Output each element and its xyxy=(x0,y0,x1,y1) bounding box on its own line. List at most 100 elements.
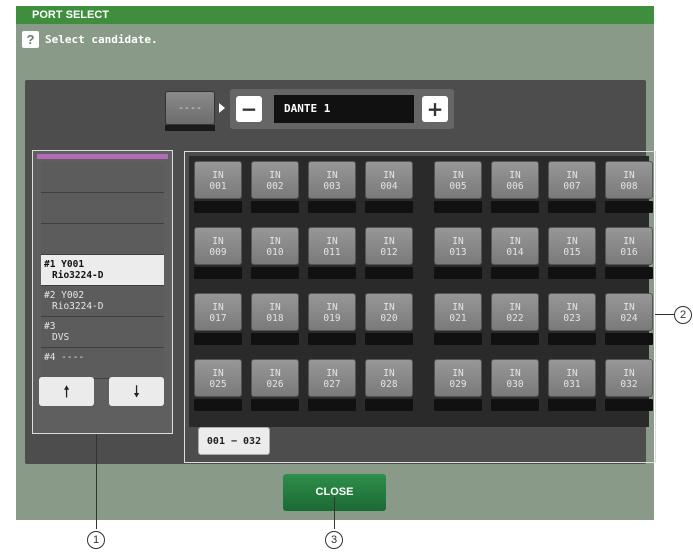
channel-button-face: IN 001 xyxy=(194,161,242,199)
channel-number: 032 xyxy=(620,379,638,390)
channel-button-015[interactable]: IN 015 xyxy=(548,227,596,280)
channel-button-face: IN 011 xyxy=(308,227,356,265)
channel-button-020[interactable]: IN 020 xyxy=(365,293,413,346)
channel-button-009[interactable]: IN 009 xyxy=(194,227,242,280)
channel-button-face: IN 014 xyxy=(491,227,539,265)
channel-number: 025 xyxy=(209,379,227,390)
channel-number: 011 xyxy=(323,247,341,258)
channel-button-032[interactable]: IN 032 xyxy=(605,359,653,412)
channel-button-014[interactable]: IN 014 xyxy=(491,227,539,280)
device-list-item[interactable] xyxy=(41,193,164,224)
channel-number: 020 xyxy=(380,313,398,324)
channel-number: 017 xyxy=(209,313,227,324)
channel-button-023[interactable]: IN 023 xyxy=(548,293,596,346)
channel-button-face: IN 022 xyxy=(491,293,539,331)
channel-button-022[interactable]: IN 022 xyxy=(491,293,539,346)
channel-button-face: IN 008 xyxy=(605,161,653,199)
channel-button-031[interactable]: IN 031 xyxy=(548,359,596,412)
device-list: #1 Y001 Rio3224-D #2 Y002 Rio3224-D #3 DVS #4 … xyxy=(41,162,164,379)
channel-number: 013 xyxy=(449,247,467,258)
scroll-up-button[interactable]: 🠕 xyxy=(39,377,94,406)
channel-button-face: IN 015 xyxy=(548,227,596,265)
channel-number: 022 xyxy=(506,313,524,324)
channel-status-bar xyxy=(605,201,653,213)
channel-button-003[interactable]: IN 003 xyxy=(308,161,356,214)
channel-button-face: IN 004 xyxy=(365,161,413,199)
channel-button-018[interactable]: IN 018 xyxy=(251,293,299,346)
channel-button-face: IN 010 xyxy=(251,227,299,265)
source-port-button[interactable]: ---- xyxy=(165,91,215,125)
channel-button-025[interactable]: IN 025 xyxy=(194,359,242,412)
channel-button-face: IN 027 xyxy=(308,359,356,397)
channel-button-008[interactable]: IN 008 xyxy=(605,161,653,214)
channel-button-004[interactable]: IN 004 xyxy=(365,161,413,214)
help-row: ? Select candidate. xyxy=(22,29,158,49)
previous-device-button[interactable]: − xyxy=(236,96,262,122)
device-list-item[interactable]: #1 Y001 Rio3224-D xyxy=(41,255,164,286)
channel-number: 031 xyxy=(563,379,581,390)
device-list-item[interactable] xyxy=(41,162,164,193)
channel-status-bar xyxy=(308,201,356,213)
channel-button-012[interactable]: IN 012 xyxy=(365,227,413,280)
channel-grid-frame: IN 001 IN 002 IN 003 IN 004 IN 005 IN 006 IN 007 IN 008… xyxy=(184,151,656,463)
channel-button-002[interactable]: IN 002 xyxy=(251,161,299,214)
channel-status-bar xyxy=(365,201,413,213)
page-tab-001-032[interactable]: 001 − 032 xyxy=(198,427,270,455)
channel-button-027[interactable]: IN 027 xyxy=(308,359,356,412)
channel-prefix: IN xyxy=(566,170,578,181)
help-icon[interactable]: ? xyxy=(22,30,39,48)
channel-button-face: IN 025 xyxy=(194,359,242,397)
channel-status-bar xyxy=(365,333,413,345)
channel-number: 026 xyxy=(266,379,284,390)
next-device-button[interactable]: + xyxy=(422,96,448,122)
device-list-item[interactable]: #2 Y002 Rio3224-D xyxy=(41,286,164,317)
channel-prefix: IN xyxy=(212,302,224,313)
channel-button-024[interactable]: IN 024 xyxy=(605,293,653,346)
channel-button-013[interactable]: IN 013 xyxy=(434,227,482,280)
channel-number: 014 xyxy=(506,247,524,258)
channel-button-010[interactable]: IN 010 xyxy=(251,227,299,280)
channel-number: 007 xyxy=(563,181,581,192)
channel-number: 016 xyxy=(620,247,638,258)
channel-button-019[interactable]: IN 019 xyxy=(308,293,356,346)
channel-number: 015 xyxy=(563,247,581,258)
channel-button-026[interactable]: IN 026 xyxy=(251,359,299,412)
device-list-item[interactable]: #4 ---- xyxy=(41,348,164,379)
channel-button-016[interactable]: IN 016 xyxy=(605,227,653,280)
scroll-down-button[interactable]: 🠗 xyxy=(109,377,164,406)
channel-prefix: IN xyxy=(452,236,464,247)
channel-prefix: IN xyxy=(623,170,635,181)
device-name-selector: − DANTE 1 + xyxy=(230,89,454,129)
channel-prefix: IN xyxy=(269,236,281,247)
channel-number: 004 xyxy=(380,181,398,192)
channel-button-001[interactable]: IN 001 xyxy=(194,161,242,214)
channel-button-face: IN 032 xyxy=(605,359,653,397)
channel-button-face: IN 013 xyxy=(434,227,482,265)
channel-button-006[interactable]: IN 006 xyxy=(491,161,539,214)
channel-prefix: IN xyxy=(326,236,338,247)
channel-button-030[interactable]: IN 030 xyxy=(491,359,539,412)
channel-number: 027 xyxy=(323,379,341,390)
channel-prefix: IN xyxy=(383,236,395,247)
port-select-window: PORT SELECT ? Select candidate. ---- − D… xyxy=(16,6,656,520)
channel-button-007[interactable]: IN 007 xyxy=(548,161,596,214)
channel-number: 028 xyxy=(380,379,398,390)
channel-prefix: IN xyxy=(452,170,464,181)
channel-status-bar xyxy=(194,201,242,213)
channel-number: 003 xyxy=(323,181,341,192)
device-list-accent xyxy=(37,154,168,159)
channel-button-005[interactable]: IN 005 xyxy=(434,161,482,214)
channel-status-bar xyxy=(194,333,242,345)
channel-button-029[interactable]: IN 029 xyxy=(434,359,482,412)
device-list-item[interactable] xyxy=(41,224,164,255)
channel-button-017[interactable]: IN 017 xyxy=(194,293,242,346)
channel-button-face: IN 003 xyxy=(308,161,356,199)
device-list-item[interactable]: #3 DVS xyxy=(41,317,164,348)
channel-button-021[interactable]: IN 021 xyxy=(434,293,482,346)
channel-status-bar xyxy=(491,399,539,411)
channel-number: 029 xyxy=(449,379,467,390)
channel-prefix: IN xyxy=(452,302,464,313)
callout-2-line xyxy=(655,314,675,315)
channel-button-011[interactable]: IN 011 xyxy=(308,227,356,280)
channel-button-028[interactable]: IN 028 xyxy=(365,359,413,412)
